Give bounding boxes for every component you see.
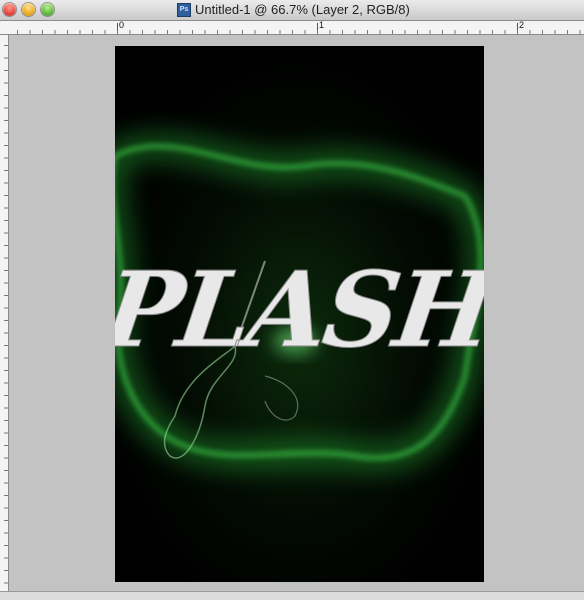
title-bar: Ps Untitled-1 @ 66.7% (Layer 2, RGB/8): [0, 0, 584, 21]
splash-artwork: SPLASH: [115, 46, 484, 582]
photoshop-document-icon: Ps: [177, 3, 191, 17]
close-button[interactable]: [3, 3, 16, 16]
ruler-label-2: 2: [519, 20, 525, 30]
splash-text: SPLASH: [115, 248, 484, 370]
ruler-label-1: 1: [319, 20, 325, 30]
ruler-label-0: 0: [119, 20, 125, 30]
vertical-ruler[interactable]: [0, 35, 9, 599]
document-canvas[interactable]: SPLASH: [115, 46, 484, 582]
ruler-ticks: [17, 23, 581, 34]
zoom-button[interactable]: [41, 3, 54, 16]
window-title: Untitled-1 @ 66.7% (Layer 2, RGB/8): [195, 2, 410, 17]
horizontal-ruler[interactable]: 0 1 2: [0, 20, 584, 35]
minimize-button[interactable]: [22, 3, 35, 16]
vertical-ruler-ticks: [4, 45, 8, 596]
